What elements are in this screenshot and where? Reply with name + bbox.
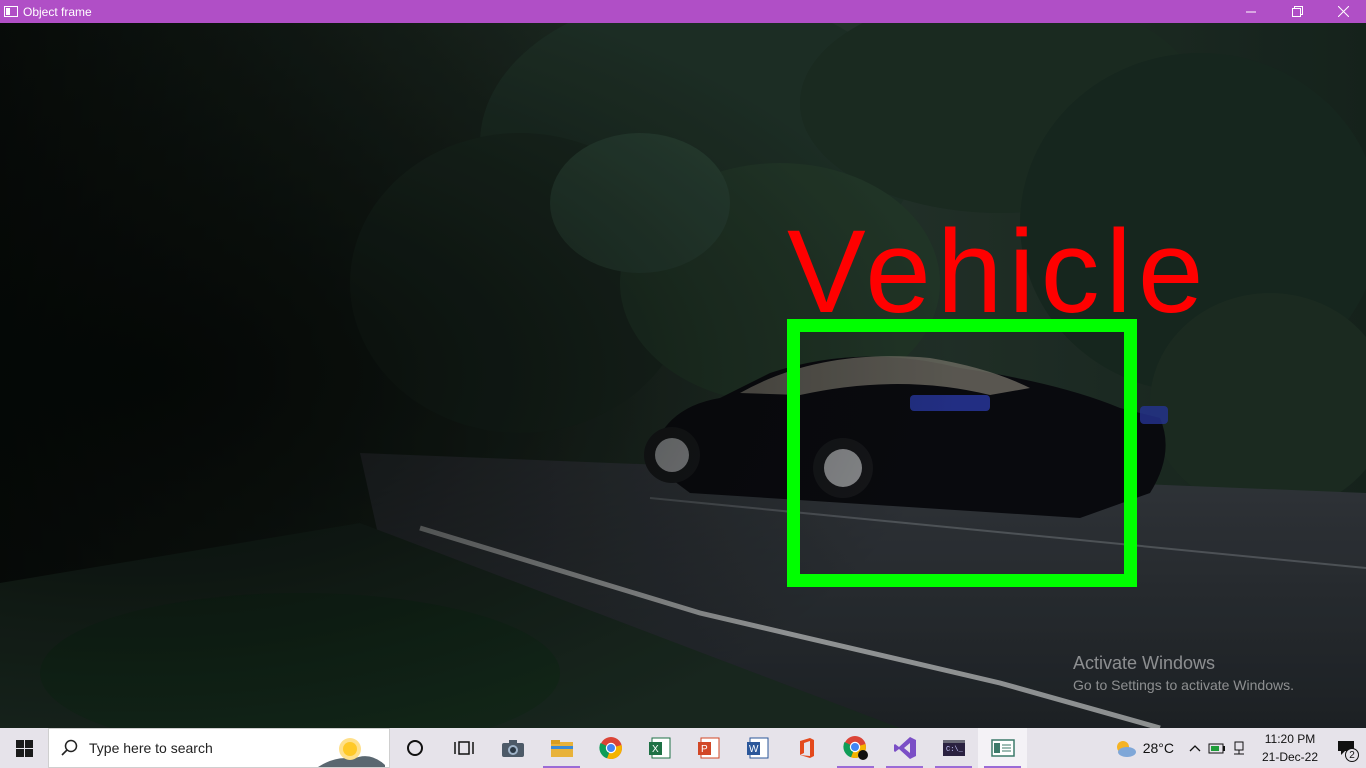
svg-text:X: X [652, 744, 659, 755]
taskbar-app-visual-studio[interactable] [880, 728, 929, 768]
detection-bounding-box [787, 319, 1137, 587]
window-title-bar[interactable]: Object frame [0, 0, 1366, 23]
svg-text:C:\_: C:\_ [946, 746, 964, 754]
office-icon [799, 738, 814, 758]
app-window-icon [990, 739, 1015, 757]
taskbar-app-python-window[interactable] [978, 728, 1027, 768]
window-controls [1228, 0, 1366, 23]
clock-time: 11:20 PM [1264, 732, 1316, 746]
close-button[interactable] [1320, 0, 1366, 23]
show-hidden-icons-button[interactable] [1184, 728, 1206, 768]
restore-icon [1291, 6, 1303, 17]
task-view-button[interactable] [439, 728, 488, 768]
taskbar-app-terminal[interactable]: C:\_ [929, 728, 978, 768]
taskbar-app-word[interactable]: W [733, 728, 782, 768]
battery-status[interactable] [1206, 728, 1228, 768]
taskbar-app-chrome-profile[interactable] [831, 728, 880, 768]
word-icon: W [746, 737, 768, 759]
weather-partly-sunny-icon [1116, 741, 1136, 757]
close-icon [1337, 6, 1349, 17]
taskbar-search-box[interactable]: Type here to search [48, 728, 390, 768]
file-explorer-icon [550, 740, 573, 757]
search-highlight-sun-icon [318, 738, 385, 767]
visual-studio-icon [893, 737, 916, 759]
activate-windows-subtitle: Go to Settings to activate Windows. [1073, 677, 1294, 693]
powerpoint-icon: P [697, 737, 719, 759]
weather-widget[interactable]: 28°C [1113, 738, 1174, 758]
minimize-button[interactable] [1228, 0, 1274, 23]
taskbar-app-file-explorer[interactable] [537, 728, 586, 768]
network-icon [1234, 741, 1244, 755]
notification-count-badge: 2 [1345, 748, 1359, 762]
taskbar-app-excel[interactable]: X [635, 728, 684, 768]
cortana-button[interactable] [390, 728, 439, 768]
taskbar-app-chrome[interactable] [586, 728, 635, 768]
activate-windows-watermark: Activate Windows Go to Settings to activ… [1073, 653, 1294, 693]
action-center-button[interactable]: 2 [1326, 728, 1366, 768]
taskbar-app-powerpoint[interactable]: P [684, 728, 733, 768]
forest-road-scene [0, 23, 1366, 728]
cortana-icon [406, 740, 423, 756]
window-title: Object frame [23, 4, 92, 19]
taskbar-app-camera[interactable] [488, 728, 537, 768]
start-button[interactable] [0, 728, 48, 768]
chevron-up-icon [1189, 745, 1201, 752]
weather-temperature: 28°C [1142, 740, 1174, 756]
svg-text:W: W [749, 744, 759, 755]
detection-label: Vehicle [787, 206, 1210, 338]
chrome-profile-icon [842, 736, 868, 760]
taskbar-app-office[interactable] [782, 728, 831, 768]
object-frame-canvas: Vehicle Activate Windows Go to Settings … [0, 23, 1366, 728]
svg-text:P: P [701, 744, 708, 755]
chrome-icon [598, 737, 622, 760]
taskbar: Type here to search X P W C:\_ 28°C 11:2… [0, 728, 1366, 768]
windows-logo-icon [15, 739, 33, 757]
system-clock[interactable]: 11:20 PM 21-Dec-22 [1254, 730, 1326, 766]
task-view-icon [453, 741, 474, 755]
activate-windows-title: Activate Windows [1073, 653, 1216, 673]
terminal-icon: C:\_ [942, 740, 965, 756]
app-window-icon [4, 6, 18, 17]
excel-icon: X [648, 737, 670, 759]
network-status[interactable] [1228, 728, 1250, 768]
battery-icon [1208, 743, 1225, 754]
search-icon [61, 739, 79, 757]
system-tray: 28°C 11:20 PM 21-Dec-22 2 [1113, 728, 1366, 768]
clock-date: 21-Dec-22 [1261, 750, 1319, 764]
camera-icon [501, 740, 524, 757]
search-placeholder: Type here to search [89, 740, 213, 756]
restore-button[interactable] [1274, 0, 1320, 23]
minimize-icon [1246, 11, 1256, 12]
